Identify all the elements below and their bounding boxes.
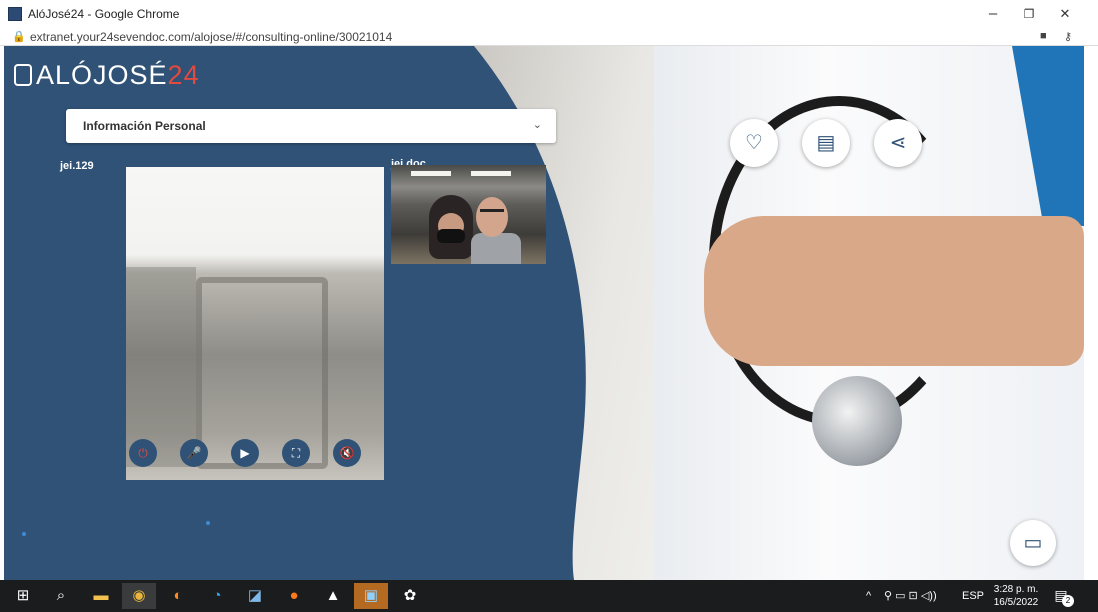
share-icon: ⋖ xyxy=(889,132,907,154)
brand-logo: ALÓJOSÉ24 xyxy=(14,60,200,91)
heart-pulse-icon: ♡ xyxy=(745,132,763,154)
chat-button[interactable]: ▭ xyxy=(1010,520,1056,566)
clock-date: 16/5/2022 xyxy=(993,597,1039,608)
person-one xyxy=(429,195,473,259)
minimize-button[interactable]: – xyxy=(978,3,1008,25)
photos-icon[interactable]: ▲ xyxy=(316,583,350,609)
active-app-icon[interactable]: ▣ xyxy=(354,583,388,609)
power-icon: ⏻ xyxy=(138,446,148,460)
archive-icon: ▤ xyxy=(816,132,836,154)
edge-icon[interactable]: ◔ xyxy=(200,583,234,609)
orange-app-icon[interactable]: ● xyxy=(277,583,311,609)
chrome-icon[interactable]: ◉ xyxy=(122,583,156,609)
decorative-dot xyxy=(22,532,26,536)
file-explorer-icon[interactable]: ▬ xyxy=(84,583,118,609)
personal-info-dropdown[interactable]: Información Personal ⌄ xyxy=(66,109,556,143)
local-user-label: jei.129 xyxy=(60,160,94,172)
firefox-icon[interactable]: ◐ xyxy=(161,583,195,609)
lock-icon: 🔒 xyxy=(12,31,26,43)
fullscreen-button[interactable]: ⛶ xyxy=(282,439,310,467)
personal-info-label: Información Personal xyxy=(83,119,206,133)
camera-button[interactable]: ▶ xyxy=(231,439,259,467)
local-video: ⏻ 🎤 ▶ ⛶ 🔇 xyxy=(126,167,384,480)
consultation-page: ALÓJOSÉ24 Información Personal ⌄ jei.129… xyxy=(4,46,1084,580)
camera-permission-icon[interactable]: ■ xyxy=(1040,30,1047,42)
window-titlebar: AlóJosé24 - Google Chrome – ❐ ✕ xyxy=(0,0,1098,29)
ceiling-light xyxy=(471,171,511,176)
url-text[interactable]: extranet.your24sevendoc.com/alojose/#/co… xyxy=(30,30,392,44)
mute-speaker-button[interactable]: 🔇 xyxy=(333,439,361,467)
logo-mark-icon xyxy=(14,64,32,86)
system-clock[interactable]: 3:28 p. m. 16/5/2022 xyxy=(988,583,1044,609)
person-two-body xyxy=(471,233,521,264)
app-favicon-icon xyxy=(8,7,22,21)
decorative-dot xyxy=(206,521,210,525)
chevron-down-icon: ⌄ xyxy=(532,119,542,131)
remote-video[interactable] xyxy=(391,165,546,264)
power-button[interactable]: ⏻ xyxy=(129,439,157,467)
windows-taskbar: ⊞ ⌕ ▬ ◉ ◐ ◔ ◪ ● ▲ ▣ ✿ ^ ⚲ ▭ ⊡ ◁)) ESP 3:… xyxy=(0,580,1098,612)
speaker-off-icon: 🔇 xyxy=(339,446,355,460)
chat-icon: ▭ xyxy=(1023,532,1043,554)
video-camera-icon: ▶ xyxy=(240,446,250,460)
fullscreen-icon: ⛶ xyxy=(291,446,301,460)
logo-text: ALÓJOSÉ xyxy=(36,60,168,90)
address-bar[interactable]: 🔒 extranet.your24sevendoc.com/alojose/#/… xyxy=(0,28,1098,46)
restore-button[interactable]: ❐ xyxy=(1014,3,1044,25)
tray-overflow-icon[interactable]: ^ xyxy=(866,580,871,612)
mute-mic-button[interactable]: 🎤 xyxy=(180,439,208,467)
notification-count-badge: 2 xyxy=(1062,595,1074,607)
language-indicator[interactable]: ESP xyxy=(962,580,984,612)
video-window-frame xyxy=(196,277,328,469)
mic-off-icon: 🎤 xyxy=(186,446,202,460)
search-icon[interactable]: ⌕ xyxy=(44,583,78,609)
person-two xyxy=(476,197,508,237)
archive-button[interactable]: ▤ xyxy=(802,119,850,167)
settings-icon[interactable]: ✿ xyxy=(393,583,427,609)
close-button[interactable]: ✕ xyxy=(1050,3,1080,25)
start-button[interactable]: ⊞ xyxy=(6,583,40,609)
notifications-button[interactable]: ▤ 2 xyxy=(1052,586,1074,607)
tray-status-icons[interactable]: ⚲ ▭ ⊡ ◁)) xyxy=(884,580,937,612)
health-button[interactable]: ♡ xyxy=(730,119,778,167)
video-shadow xyxy=(126,267,196,467)
window-title: AlóJosé24 - Google Chrome xyxy=(28,7,180,21)
clock-time: 3:28 p. m. xyxy=(993,584,1039,595)
ceiling-light xyxy=(411,171,451,176)
key-icon[interactable]: ⚷ xyxy=(1064,30,1072,43)
share-button[interactable]: ⋖ xyxy=(874,119,922,167)
notes-app-icon[interactable]: ◪ xyxy=(238,583,272,609)
logo-number: 24 xyxy=(167,60,200,90)
